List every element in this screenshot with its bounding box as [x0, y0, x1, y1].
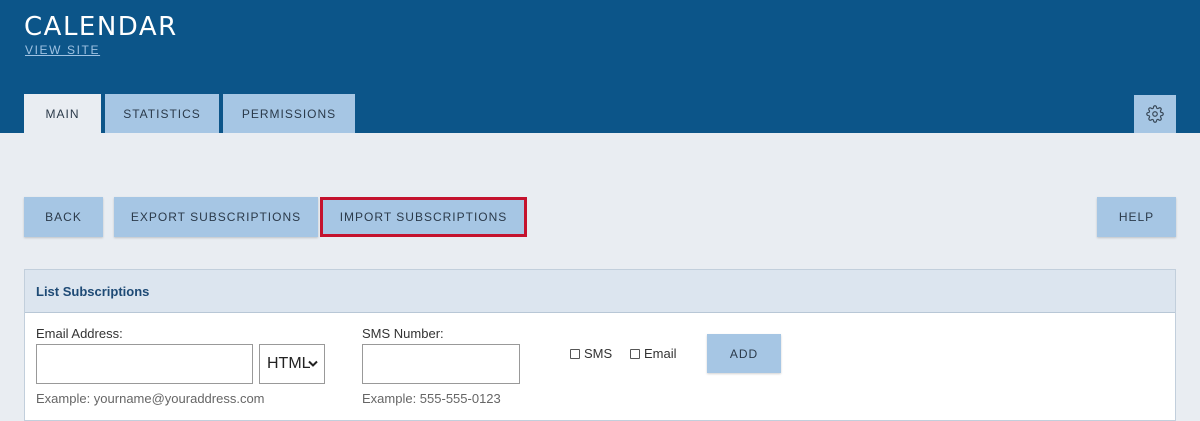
import-subscriptions-button[interactable]: IMPORT SUBSCRIPTIONS	[320, 197, 527, 237]
page-title: CALENDAR	[24, 12, 178, 42]
app-header: CALENDAR VIEW SITE MAIN STATISTICS PERMI…	[0, 0, 1200, 133]
sms-example-hint: Example: 555-555-0123	[362, 391, 501, 406]
view-site-link[interactable]: VIEW SITE	[25, 43, 100, 57]
format-select-value: HTML	[267, 355, 311, 372]
chevron-down-icon	[308, 360, 318, 367]
email-checkbox-label: Email	[644, 346, 677, 361]
list-subscriptions-panel: List Subscriptions Email Address: HTML S…	[24, 269, 1176, 421]
tab-main[interactable]: MAIN	[24, 94, 101, 133]
email-example-hint: Example: yourname@youraddress.com	[36, 391, 265, 406]
help-button[interactable]: HELP	[1097, 197, 1176, 237]
sms-number-input[interactable]	[362, 344, 520, 384]
email-address-label: Email Address:	[36, 326, 123, 341]
add-button[interactable]: ADD	[707, 334, 781, 373]
back-button[interactable]: BACK	[24, 197, 103, 237]
settings-button[interactable]	[1134, 95, 1176, 133]
tab-permissions[interactable]: PERMISSIONS	[223, 94, 355, 133]
tab-statistics[interactable]: STATISTICS	[105, 94, 219, 133]
sms-checkbox-label: SMS	[584, 346, 613, 361]
panel-title: List Subscriptions	[25, 270, 1175, 313]
format-select[interactable]: HTML	[259, 344, 325, 384]
sms-checkbox[interactable]	[570, 348, 580, 359]
email-checkbox[interactable]	[630, 348, 640, 359]
email-address-input[interactable]	[36, 344, 253, 384]
sms-number-label: SMS Number:	[362, 326, 444, 341]
sms-checkbox-group[interactable]: SMS	[570, 346, 612, 361]
gear-icon	[1146, 105, 1164, 123]
email-checkbox-group[interactable]: Email	[630, 346, 677, 361]
export-subscriptions-button[interactable]: EXPORT SUBSCRIPTIONS	[114, 197, 318, 237]
